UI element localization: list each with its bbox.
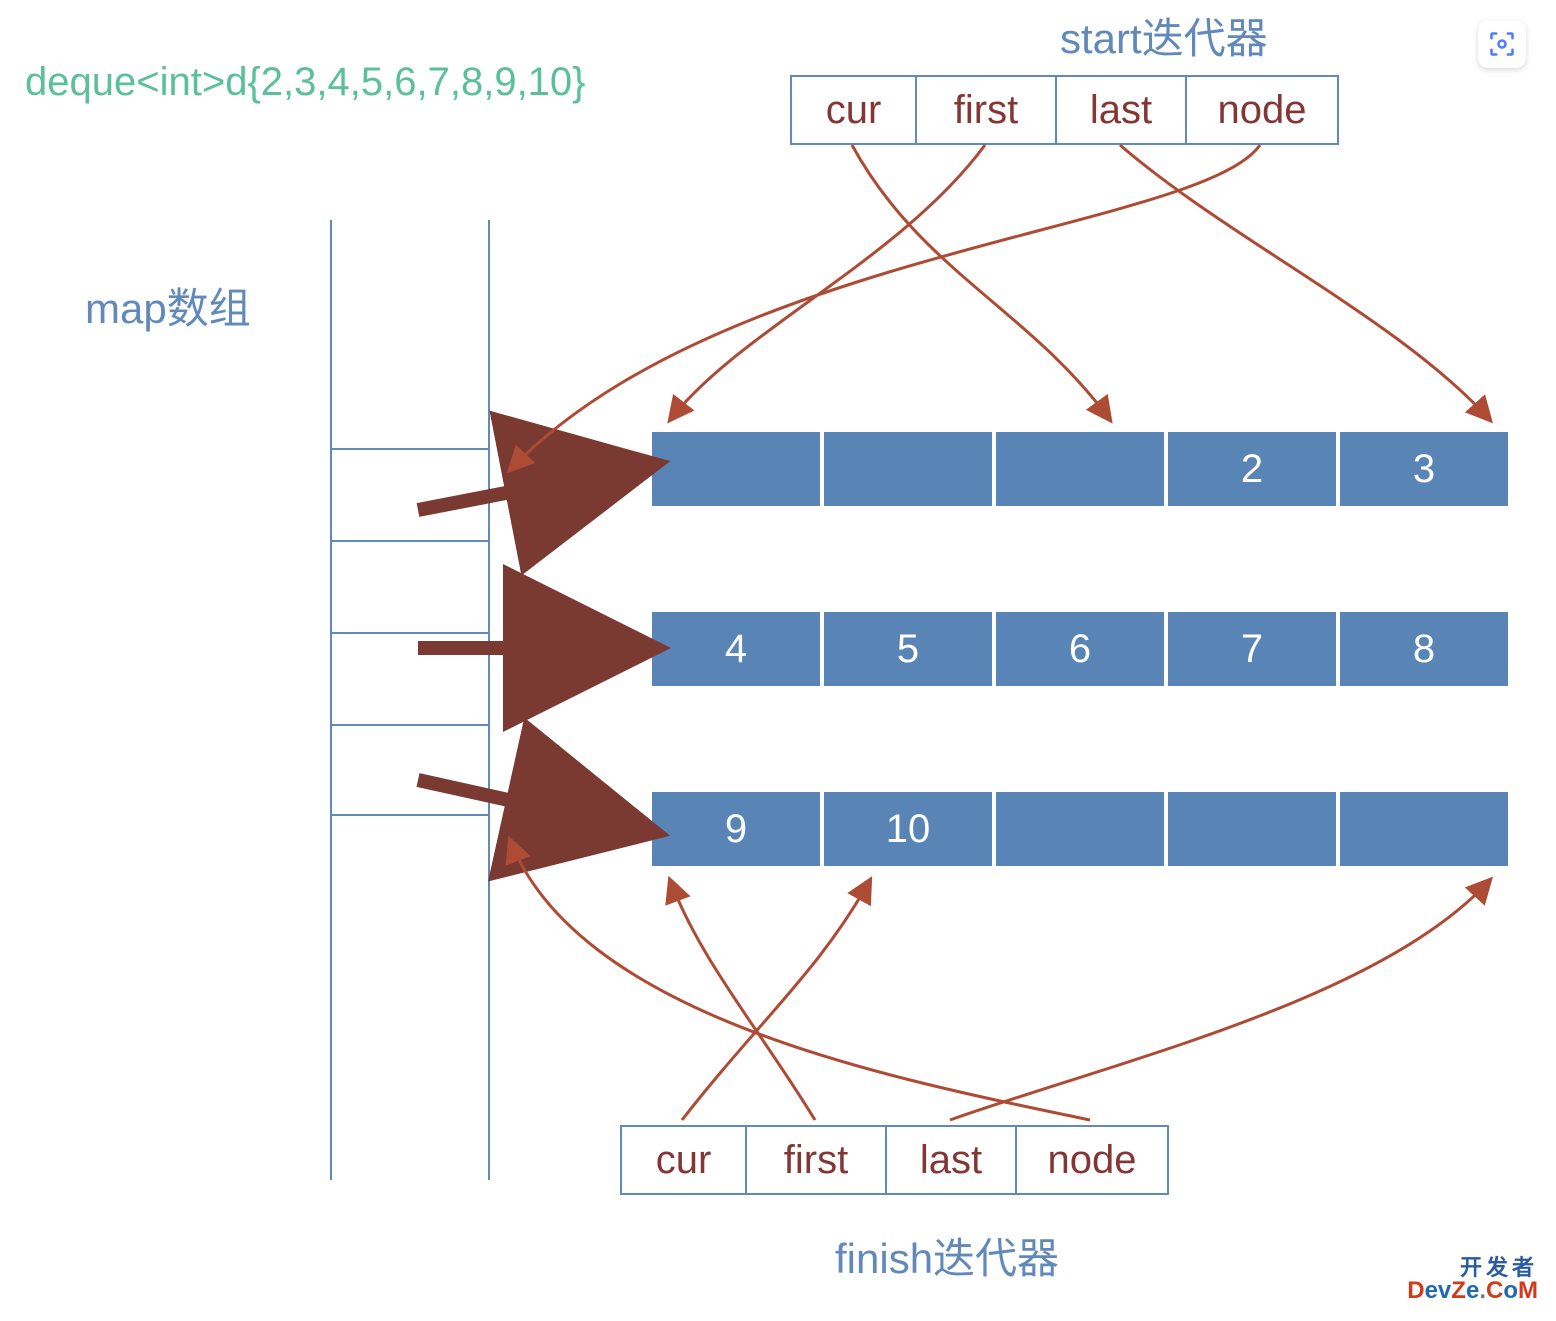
map-cell-0	[332, 448, 488, 540]
buffer-cell	[650, 430, 822, 508]
finish-first-cell: first	[747, 1127, 887, 1193]
finish-cur-cell: cur	[622, 1127, 747, 1193]
buffer-cell: 10	[822, 790, 994, 868]
map-cell-2	[332, 632, 488, 724]
watermark-line1: 开发者	[1407, 1257, 1538, 1279]
buffer-cell: 5	[822, 610, 994, 688]
buffer-cell: 2	[1166, 430, 1338, 508]
buffer-cell	[994, 430, 1166, 508]
buffer-cell	[994, 790, 1166, 868]
buffer-cell: 8	[1338, 610, 1510, 688]
buffer-cell: 4	[650, 610, 822, 688]
buffer-cell: 9	[650, 790, 822, 868]
watermark-line2: DevZe.CoM	[1407, 1279, 1538, 1303]
map-array-label: map数组	[85, 275, 251, 336]
start-first-cell: first	[917, 77, 1057, 143]
deque-declaration-title: deque<int>d{2,3,4,5,6,7,8,9,10}	[25, 60, 586, 105]
buffer-cell	[822, 430, 994, 508]
buffer-cell: 3	[1338, 430, 1510, 508]
buffer-row-1: 4 5 6 7 8	[650, 610, 1510, 688]
finish-node-cell: node	[1017, 1127, 1167, 1193]
buffer-cell	[1166, 790, 1338, 868]
watermark: 开发者 DevZe.CoM	[1407, 1257, 1538, 1303]
buffer-cell: 6	[994, 610, 1166, 688]
scan-icon[interactable]	[1478, 20, 1526, 68]
buffer-row-2: 9 10	[650, 790, 1510, 868]
start-last-cell: last	[1057, 77, 1187, 143]
start-cur-cell: cur	[792, 77, 917, 143]
finish-iterator-box: cur first last node	[620, 1125, 1169, 1195]
buffer-row-0: 2 3	[650, 430, 1510, 508]
buffer-cell: 7	[1166, 610, 1338, 688]
buffer-cell	[1338, 790, 1510, 868]
map-array-column	[330, 220, 490, 1180]
start-node-cell: node	[1187, 77, 1337, 143]
map-cell-3	[332, 724, 488, 816]
start-iterator-box: cur first last node	[790, 75, 1339, 145]
start-iterator-label: start迭代器	[1060, 5, 1268, 66]
map-cell-1	[332, 540, 488, 632]
finish-last-cell: last	[887, 1127, 1017, 1193]
finish-iterator-label: finish迭代器	[835, 1225, 1059, 1286]
